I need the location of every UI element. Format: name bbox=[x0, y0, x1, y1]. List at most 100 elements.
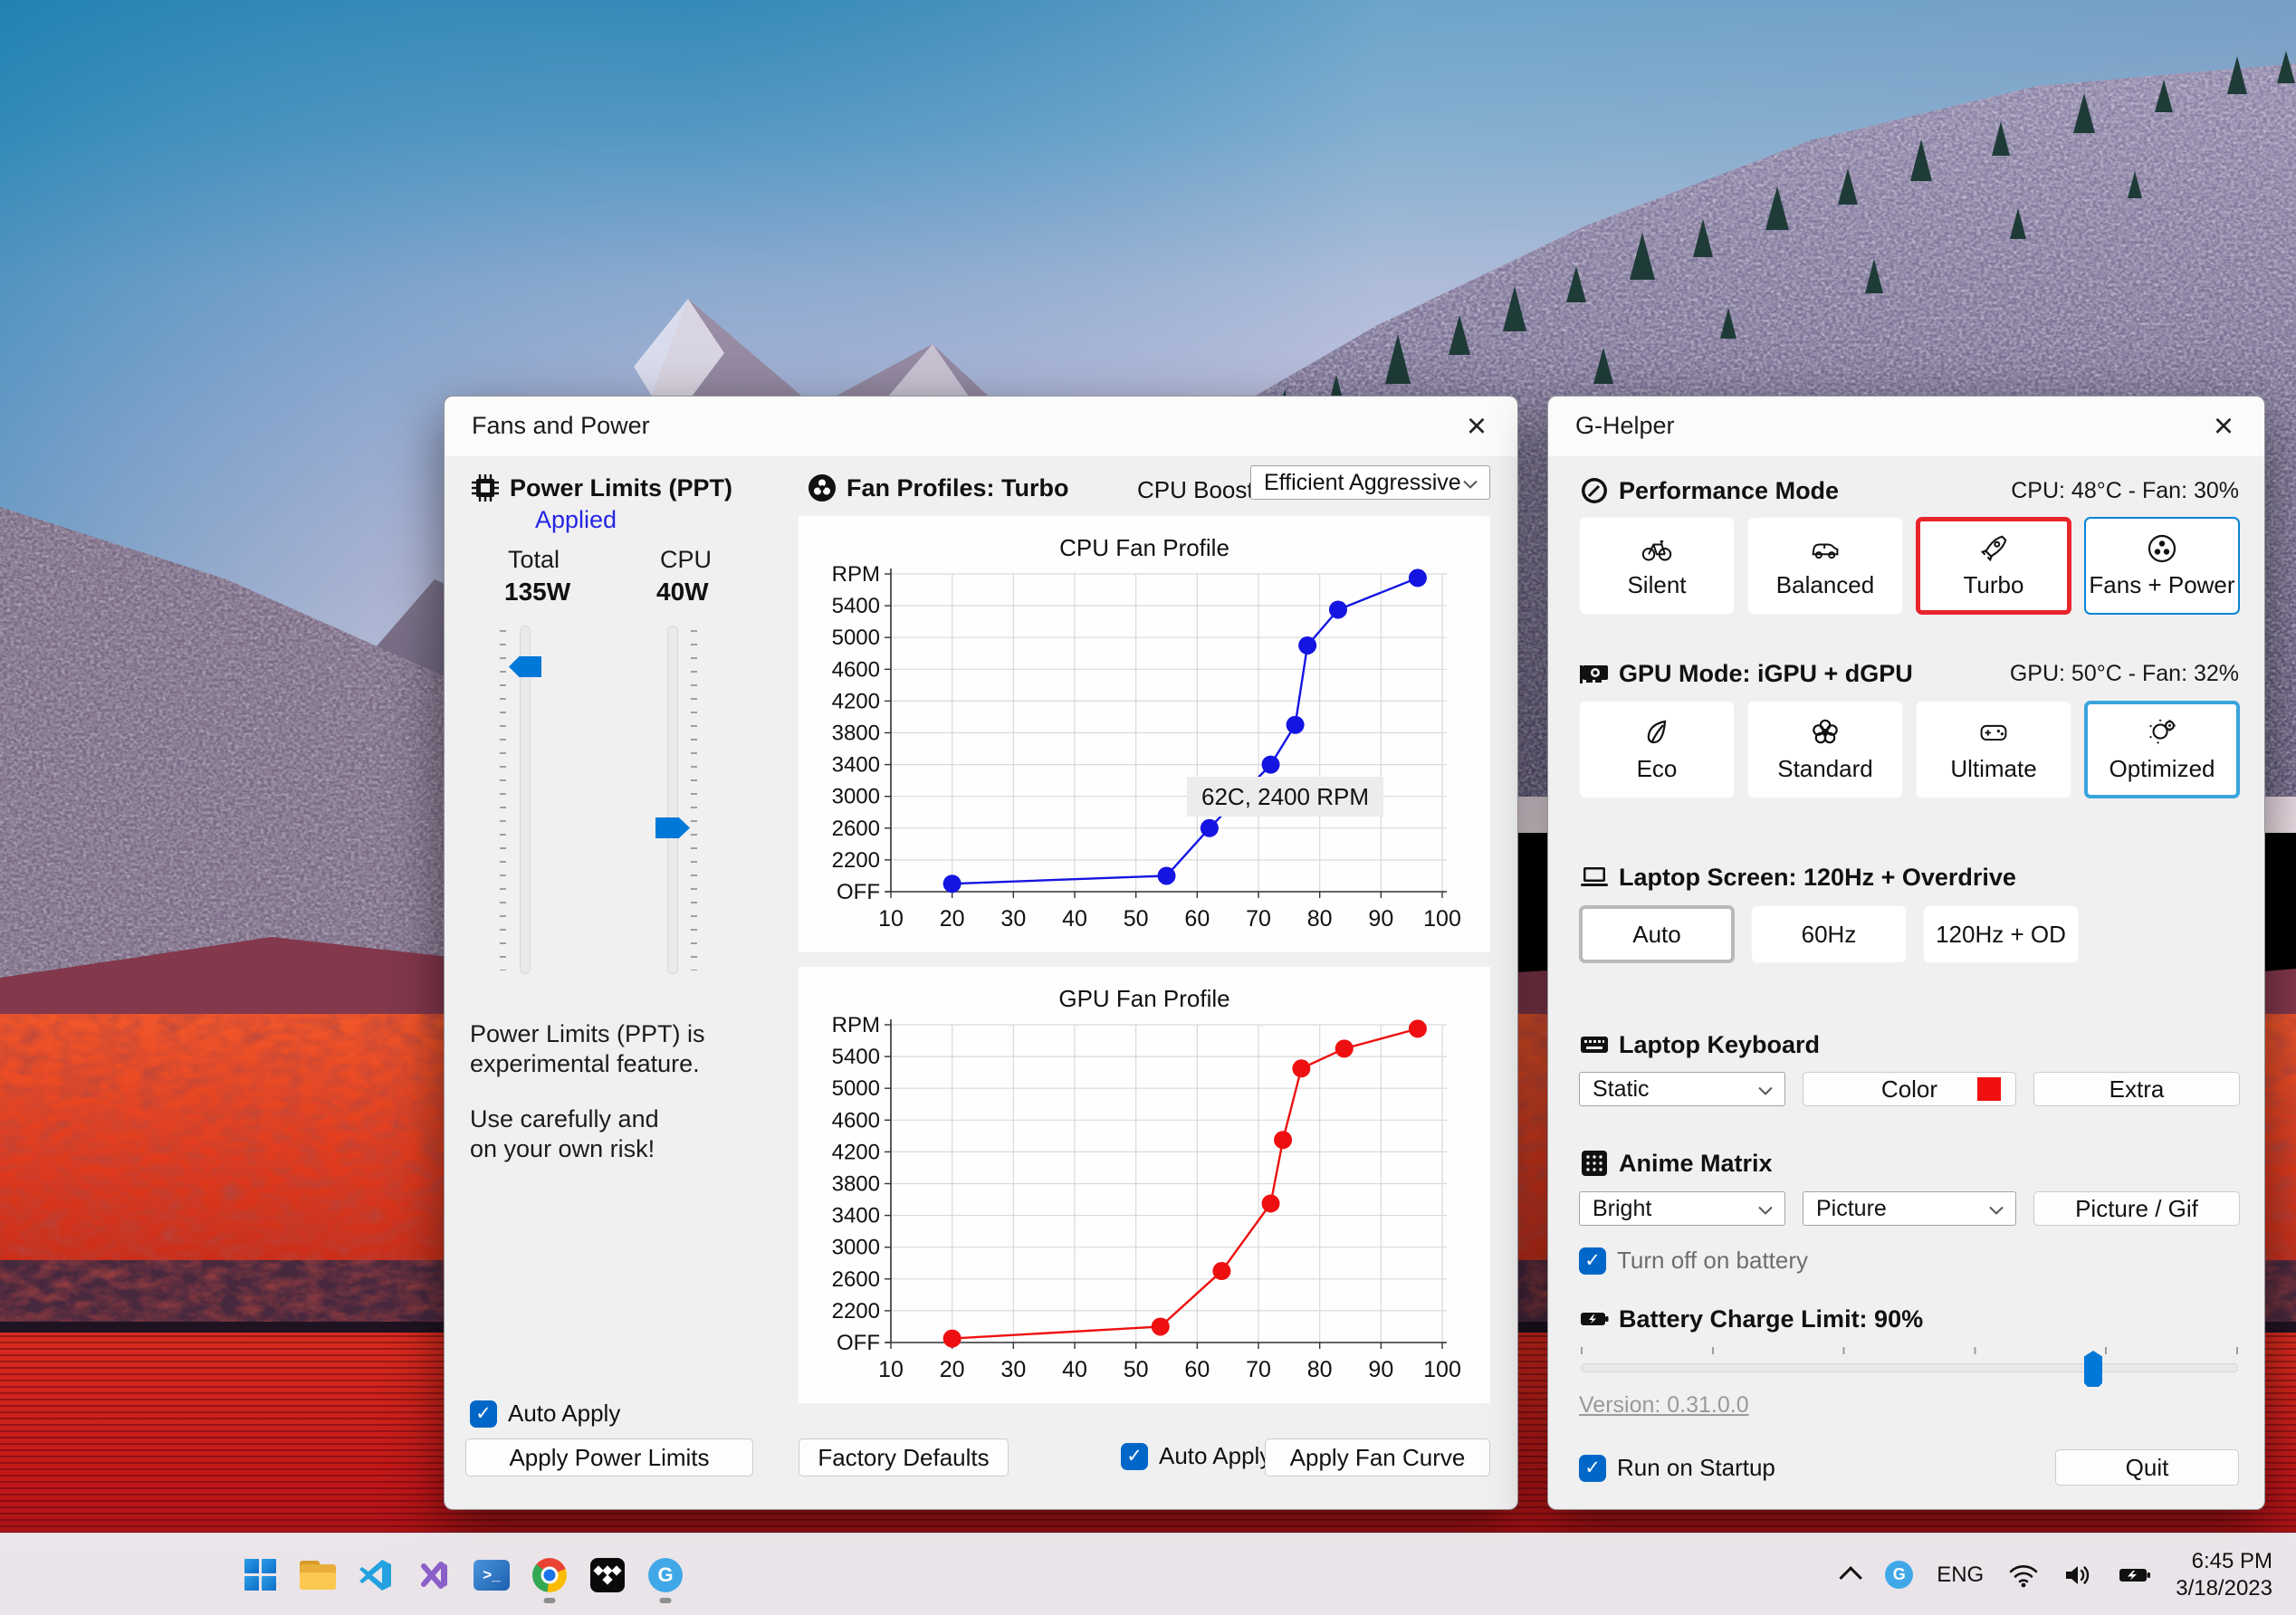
matrix-picture-gif-button[interactable]: Picture / Gif bbox=[2033, 1191, 2240, 1226]
fan-profiles-title: Fan Profiles: Turbo bbox=[847, 473, 1069, 502]
close-icon[interactable]: × bbox=[1456, 406, 1497, 447]
screen-mode-buttons: Auto 60Hz 120Hz + OD bbox=[1579, 905, 2240, 963]
run-on-startup-row: Run on Startup bbox=[1579, 1454, 1775, 1482]
tray-chevron-up-icon[interactable] bbox=[1839, 1565, 1863, 1590]
matrix-mode-value: Picture bbox=[1816, 1195, 1887, 1221]
battery-limit-heading: Battery Charge Limit: 90% bbox=[1579, 1304, 1923, 1334]
version-link[interactable]: Version: 0.31.0.0 bbox=[1579, 1392, 1749, 1419]
volume-icon[interactable] bbox=[2063, 1562, 2094, 1589]
ghelper-window-title: G-Helper bbox=[1575, 412, 1675, 439]
fan-icon bbox=[2147, 533, 2177, 564]
gpu-eco-button[interactable]: Eco bbox=[1579, 701, 1735, 798]
clock[interactable]: 6:45 PM 3/18/2023 bbox=[2176, 1548, 2272, 1602]
gpu-optimized-button[interactable]: Optimized bbox=[2084, 701, 2240, 798]
cpu-slider-ticks bbox=[691, 630, 697, 970]
running-indicator bbox=[543, 1597, 556, 1603]
chrome-button[interactable] bbox=[530, 1545, 569, 1605]
turn-off-on-battery-checkbox[interactable] bbox=[1579, 1247, 1606, 1275]
gpu-standard-button[interactable]: Standard bbox=[1747, 701, 1903, 798]
svg-text:3400: 3400 bbox=[832, 753, 880, 778]
vs-code-icon bbox=[359, 1559, 391, 1591]
cpu-boost-dropdown[interactable]: Efficient Aggressive bbox=[1250, 465, 1490, 500]
svg-text:3000: 3000 bbox=[832, 1236, 880, 1260]
cpu-slider-track[interactable] bbox=[667, 626, 678, 974]
svg-text:40: 40 bbox=[1062, 1357, 1087, 1382]
keyboard-mode-dropdown[interactable]: Static bbox=[1579, 1072, 1785, 1106]
battery-icon[interactable] bbox=[2118, 1563, 2152, 1587]
svg-text:30: 30 bbox=[1000, 906, 1026, 932]
risk-note: Use carefully and on your own risk! bbox=[470, 1105, 659, 1162]
svg-text:4600: 4600 bbox=[832, 1108, 880, 1132]
gpu-ultimate-button[interactable]: Ultimate bbox=[1916, 701, 2071, 798]
powershell-icon: >_ bbox=[474, 1559, 510, 1591]
fans-and-power-window: Fans and Power × Power Limits (PPT) Appl… bbox=[444, 396, 1518, 1510]
mode-silent-button[interactable]: Silent bbox=[1579, 517, 1735, 615]
matrix-controls: Bright Picture Picture / Gif bbox=[1579, 1191, 2240, 1226]
language-indicator[interactable]: ENG bbox=[1937, 1562, 1984, 1588]
flower-icon bbox=[1810, 717, 1841, 748]
chevron-down-icon bbox=[1988, 1196, 2004, 1222]
battery-slider-track[interactable] bbox=[1581, 1363, 2238, 1372]
laptop-screen-heading: Laptop Screen: 120Hz + Overdrive bbox=[1579, 862, 2016, 893]
svg-text:90: 90 bbox=[1368, 906, 1393, 932]
matrix-brightness-value: Bright bbox=[1593, 1195, 1652, 1221]
total-slider-thumb[interactable] bbox=[509, 656, 541, 677]
total-slider-track[interactable] bbox=[520, 626, 531, 974]
close-icon[interactable]: × bbox=[2203, 406, 2244, 447]
fan-auto-apply-checkbox[interactable] bbox=[1121, 1442, 1148, 1470]
mode-turbo-button[interactable]: Turbo bbox=[1916, 517, 2071, 615]
battery-slider-thumb[interactable] bbox=[2084, 1351, 2102, 1387]
file-explorer-icon bbox=[300, 1560, 336, 1590]
mode-balanced-button[interactable]: Balanced bbox=[1747, 517, 1903, 615]
apply-power-limits-button[interactable]: Apply Power Limits bbox=[465, 1438, 753, 1476]
svg-text:100: 100 bbox=[1423, 906, 1461, 932]
svg-text:CPU Fan Profile: CPU Fan Profile bbox=[1059, 534, 1229, 561]
powershell-button[interactable]: >_ bbox=[472, 1545, 512, 1605]
matrix-mode-dropdown[interactable]: Picture bbox=[1803, 1191, 2016, 1226]
clock-date: 3/18/2023 bbox=[2176, 1575, 2272, 1601]
mode-fans-power-button[interactable]: Fans + Power bbox=[2084, 517, 2240, 615]
quit-button[interactable]: Quit bbox=[2055, 1449, 2239, 1486]
cpu-temp-status: CPU: 48°C - Fan: 30% bbox=[2011, 478, 2239, 503]
fan-profiles-heading: Fan Profiles: Turbo bbox=[807, 473, 1069, 503]
svg-text:30: 30 bbox=[1000, 1357, 1026, 1382]
matrix-brightness-dropdown[interactable]: Bright bbox=[1579, 1191, 1785, 1226]
svg-text:5400: 5400 bbox=[832, 594, 880, 618]
svg-text:10: 10 bbox=[878, 906, 904, 932]
svg-text:20: 20 bbox=[940, 1357, 965, 1382]
wifi-icon[interactable] bbox=[2007, 1562, 2040, 1589]
g-helper-button[interactable]: G bbox=[646, 1545, 685, 1605]
g-helper-tray-icon[interactable]: G bbox=[1885, 1561, 1914, 1589]
keyboard-color-button[interactable]: Color bbox=[1803, 1072, 2016, 1106]
turn-off-on-battery-label: Turn off on battery bbox=[1617, 1247, 1809, 1274]
power-auto-apply-checkbox[interactable] bbox=[470, 1400, 497, 1428]
screen-120hz-od-button[interactable]: 120Hz + OD bbox=[1923, 905, 2079, 963]
svg-text:100: 100 bbox=[1423, 1357, 1461, 1382]
svg-text:90: 90 bbox=[1368, 1357, 1393, 1382]
color-swatch bbox=[1977, 1077, 2001, 1101]
keyboard-extra-button[interactable]: Extra bbox=[2033, 1072, 2240, 1106]
run-on-startup-checkbox[interactable] bbox=[1579, 1454, 1606, 1482]
cpu-slider-thumb[interactable] bbox=[655, 817, 690, 838]
svg-text:OFF: OFF bbox=[837, 880, 880, 904]
screen-auto-button[interactable]: Auto bbox=[1579, 905, 1735, 963]
chevron-down-icon bbox=[1757, 1076, 1774, 1103]
total-value: 135W bbox=[504, 578, 571, 606]
g-helper-icon: G bbox=[648, 1557, 683, 1592]
taskbar-icons: >_ G bbox=[240, 1534, 685, 1615]
cpu-fan-curve-chart[interactable]: 62C, 2400 RPM OFF 2200 2600 3000 3400 3800 420… bbox=[799, 516, 1490, 952]
apply-fan-curve-button[interactable]: Apply Fan Curve bbox=[1265, 1438, 1490, 1476]
tidal-button[interactable] bbox=[588, 1545, 627, 1605]
file-explorer-button[interactable] bbox=[298, 1545, 338, 1605]
matrix-battery-row: Turn off on battery bbox=[1579, 1247, 1808, 1275]
fans-titlebar[interactable]: Fans and Power × bbox=[445, 397, 1517, 456]
gpu-fan-curve-chart[interactable]: OFF 2200 2600 3000 3400 3800 4200 4600 5000 5400 R… bbox=[799, 967, 1490, 1403]
vs-code-button[interactable] bbox=[356, 1545, 396, 1605]
factory-defaults-button[interactable]: Factory Defaults bbox=[799, 1438, 1009, 1476]
car-icon bbox=[1810, 533, 1841, 564]
ghelper-titlebar[interactable]: G-Helper × bbox=[1548, 397, 2264, 456]
power-limits-status: Applied bbox=[535, 506, 617, 533]
visual-studio-button[interactable] bbox=[414, 1545, 454, 1605]
screen-60hz-button[interactable]: 60Hz bbox=[1751, 905, 1907, 963]
start-button[interactable] bbox=[240, 1545, 280, 1605]
